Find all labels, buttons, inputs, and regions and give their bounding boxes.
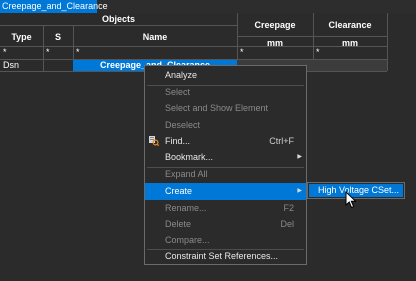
creepage-filter-cell[interactable]: * [240,47,244,57]
menu-item-constraint-set-references[interactable]: Constraint Set References... [145,248,306,265]
menu-item-create[interactable]: Create ▶ [145,183,306,200]
name-column-header[interactable]: Name [73,32,237,42]
grid-line [387,13,388,71]
menu-item-delete[interactable]: Delete Del [145,216,306,233]
name-filter-cell[interactable]: * [76,47,80,57]
menu-item-rename[interactable]: Rename... F2 [145,200,306,217]
type-filter-cell[interactable]: * [3,47,7,57]
mouse-cursor-icon [345,191,357,209]
clearance-filter-cell[interactable]: * [316,47,320,57]
grid-line [237,36,387,37]
menu-item-compare[interactable]: Compare... [145,232,306,249]
menu-item-expand-all[interactable]: Expand All [145,166,306,183]
submenu-arrow-icon: ▶ [297,154,302,160]
menu-item-select-and-show-element[interactable]: Select and Show Element [145,100,306,117]
s-filter-cell[interactable]: * [46,47,50,57]
creepage-column-header[interactable]: Creepage [237,20,313,30]
creepage-unit: mm [266,38,283,48]
find-icon [149,136,159,146]
s-column-header[interactable]: S [43,32,73,42]
menu-item-analyze[interactable]: Analyze [145,67,306,84]
clearance-column-header[interactable]: Clearance [313,20,387,30]
context-menu: Analyze Select Select and Show Element D… [144,65,307,265]
clearance-unit: mm [341,38,358,48]
grid-line [0,25,237,26]
type-column-header[interactable]: Type [0,32,43,42]
menu-item-bookmark[interactable]: Bookmark... ▶ [145,149,306,166]
submenu-arrow-icon: ▶ [297,188,302,194]
objects-header: Objects [101,14,135,24]
row-type-cell[interactable]: Dsn [3,60,19,70]
menu-item-find[interactable]: Find... Ctrl+F [145,133,306,150]
menu-item-deselect[interactable]: Deselect [145,117,306,134]
document-tab[interactable]: Creepage_and_Clearance [0,0,108,13]
menu-item-select[interactable]: Select [145,84,306,101]
